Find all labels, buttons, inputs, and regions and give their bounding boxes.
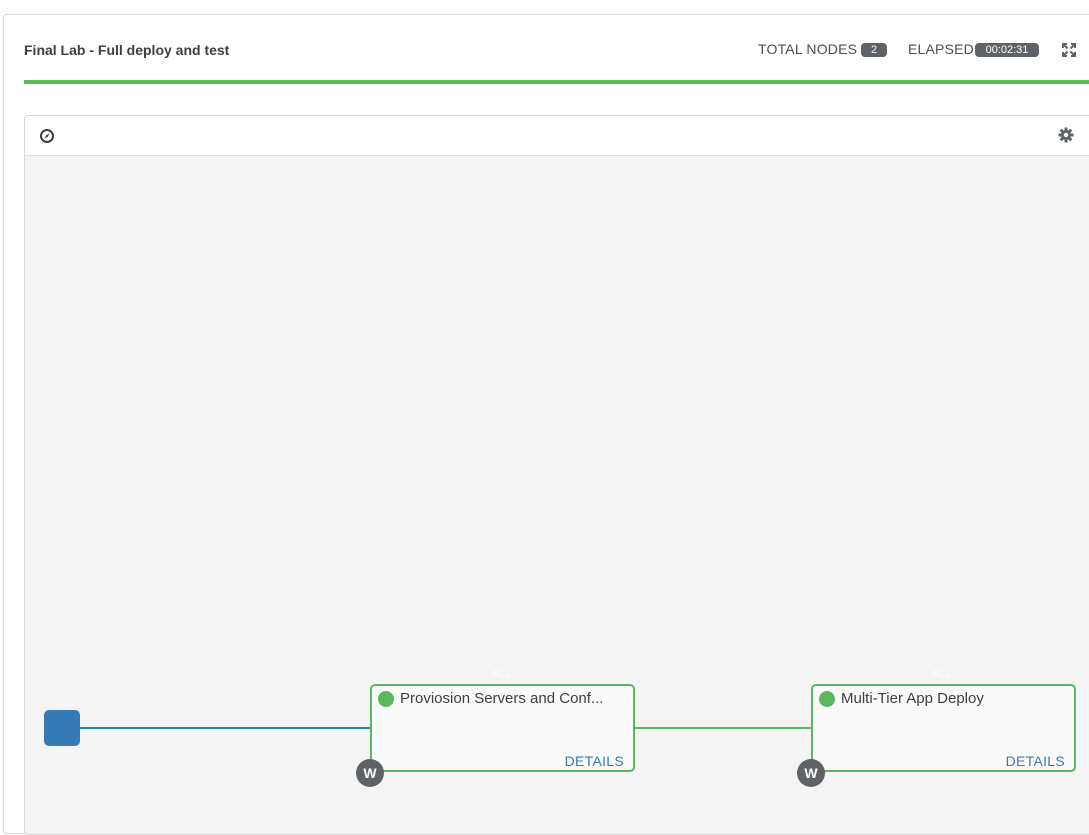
success-link[interactable]: [635, 727, 812, 729]
graph-toolbar: [25, 116, 1089, 156]
workflow-type-badge: W: [797, 759, 825, 787]
total-nodes-label: TOTAL NODES: [758, 41, 858, 57]
node-name: Multi-Tier App Deploy: [841, 690, 984, 707]
status-success-icon: [378, 691, 394, 707]
workflow-node[interactable]: Proviosion Servers and Conf... DETAILS: [370, 684, 635, 772]
node-name: Proviosion Servers and Conf...: [400, 690, 604, 707]
status-success-icon: [819, 691, 835, 707]
gear-icon[interactable]: [1058, 127, 1074, 143]
details-link[interactable]: DETAILS: [565, 753, 624, 769]
edge-label: ALL: [492, 668, 512, 680]
start-link[interactable]: [80, 727, 371, 729]
elapsed-badge: 00:02:31: [975, 43, 1039, 57]
workflow-type-badge: W: [356, 759, 384, 787]
elapsed-label: ELAPSED: [908, 41, 974, 57]
progress-bar: [24, 80, 1089, 84]
details-link[interactable]: DETAILS: [1006, 753, 1065, 769]
total-nodes-badge: 2: [861, 43, 887, 57]
page-title: Final Lab - Full deploy and test: [24, 42, 230, 58]
compass-icon[interactable]: [39, 128, 55, 144]
expand-icon[interactable]: [1062, 43, 1076, 57]
workflow-node[interactable]: Multi-Tier App Deploy DETAILS: [811, 684, 1076, 772]
edge-label: ALL: [932, 668, 952, 680]
start-node[interactable]: [44, 710, 80, 746]
